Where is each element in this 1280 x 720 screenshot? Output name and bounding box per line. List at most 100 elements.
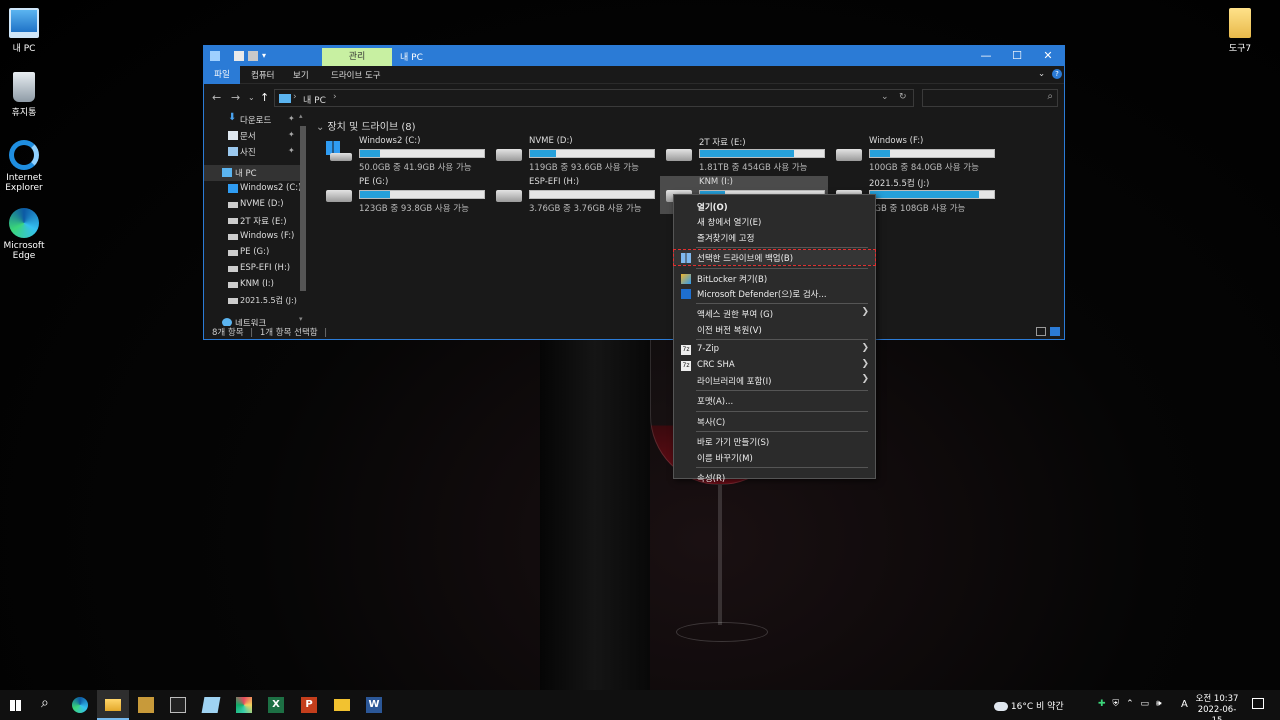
drive-tile-g[interactable]: PE (G:) 123GB 중 93.8GB 사용 가능 — [320, 176, 488, 214]
title-bar[interactable]: ▾ 관리 내 PC — ☐ ✕ — [204, 46, 1064, 66]
search-input[interactable]: ⌕ — [922, 89, 1058, 107]
group-header[interactable]: ⌄ 장치 및 드라이브 (8) — [316, 118, 416, 133]
tab-view[interactable]: 보기 — [293, 69, 309, 81]
sidebar-item-drive-e[interactable]: 2T 자료 (E:) — [204, 213, 304, 229]
sidebar-item-my-pc[interactable]: 내 PC — [204, 165, 304, 181]
drive-icon — [496, 190, 522, 202]
details-view-icon[interactable] — [1036, 327, 1046, 336]
defender-icon — [681, 289, 691, 299]
sidebar-item-drive-h[interactable]: ESP-EFI (H:) — [204, 261, 304, 277]
recent-locations-chevron-icon[interactable]: ⌄ — [248, 93, 255, 102]
context-menu-item[interactable]: 바로 가기 만들기(S) — [674, 434, 875, 449]
tab-drive-tools[interactable]: 드라이브 도구 — [331, 69, 381, 81]
desktop-icon-edge[interactable]: Microsoft Edge — [0, 208, 52, 261]
sidebar-item-drive-g[interactable]: PE (G:) — [204, 245, 304, 261]
desktop-icon-internet-explorer[interactable]: Internet Explorer — [0, 140, 52, 193]
context-menu-item[interactable]: 복사(C) — [674, 414, 875, 429]
sidebar-item-downloads[interactable]: ⬇ 다운로드 ✦ — [204, 112, 304, 128]
address-dropdown-icon[interactable]: ⌄ — [881, 92, 889, 102]
refresh-icon[interactable]: ↻ — [899, 92, 907, 102]
taskbar-notepad[interactable] — [195, 690, 227, 720]
pin-icon[interactable]: ✦ — [288, 146, 295, 155]
back-arrow-icon[interactable]: ← — [212, 91, 221, 104]
notification-center-icon[interactable] — [1252, 698, 1264, 709]
taskbar-terminal[interactable] — [162, 690, 194, 720]
sidebar-scrollbar[interactable]: ▴ ▾ — [299, 112, 307, 327]
taskbar-paint[interactable] — [228, 690, 260, 720]
desktop-icon-tools-folder[interactable]: 도구7 — [1212, 8, 1268, 54]
taskbar-app[interactable] — [130, 690, 162, 720]
pin-icon[interactable]: ✦ — [288, 114, 295, 123]
pin-icon[interactable]: ✦ — [288, 130, 295, 139]
quick-access-dropdown-icon[interactable]: ▾ — [262, 51, 268, 61]
drive-name: NVME (D:) — [529, 136, 573, 146]
network-icon[interactable]: ▭ — [1140, 699, 1149, 709]
volume-icon[interactable]: 🕪 — [1156, 699, 1162, 709]
up-arrow-icon[interactable]: ↑ — [260, 91, 269, 104]
weather-widget[interactable]: 16°C 비 약간 — [994, 699, 1064, 720]
taskbar-file-explorer[interactable] — [97, 690, 129, 720]
ribbon-expand-icon[interactable]: ⌄ — [1038, 69, 1045, 79]
context-menu-item[interactable]: BitLocker 켜기(B) — [674, 271, 875, 286]
sidebar-item-label: Windows (F:) — [240, 231, 295, 241]
sidebar-item-drive-c[interactable]: Windows2 (C:) — [204, 181, 304, 197]
drive-tile-d[interactable]: NVME (D:) 119GB 중 93.6GB 사용 가능 — [490, 135, 658, 173]
new-folder-icon[interactable] — [248, 51, 258, 61]
sidebar-item-drive-d[interactable]: NVME (D:) — [204, 197, 304, 213]
shield-icon[interactable]: ⛨ — [1112, 699, 1119, 709]
drive-tile-h[interactable]: ESP-EFI (H:) 3.76GB 중 3.76GB 사용 가능 — [490, 176, 658, 214]
context-menu-item[interactable]: 라이브러리에 포함(I) ❯ — [674, 373, 875, 388]
large-icons-view-icon[interactable] — [1050, 327, 1060, 336]
ime-indicator[interactable]: A — [1181, 699, 1188, 720]
desktop-icon-label: Internet Explorer — [5, 173, 43, 193]
context-menu-item[interactable]: 7z CRC SHA ❯ — [674, 358, 875, 373]
drive-tile-c[interactable]: Windows2 (C:) 50.0GB 중 41.9GB 사용 가능 — [320, 135, 488, 173]
scroll-up-arrow-icon[interactable]: ▴ — [299, 112, 303, 120]
minimize-button[interactable]: — — [970, 46, 1002, 66]
taskbar-word[interactable]: W — [358, 690, 390, 720]
sidebar-item-documents[interactable]: 문서 ✦ — [204, 128, 304, 144]
context-menu-item[interactable]: 열기(O) — [674, 199, 875, 214]
context-menu-item[interactable]: 포맷(A)... — [674, 393, 875, 408]
context-menu-item[interactable]: 액세스 권한 부여 (G) ❯ — [674, 306, 875, 321]
hidden-icons-chevron-icon[interactable]: ⌃ — [1126, 699, 1134, 709]
forward-arrow-icon[interactable]: → — [231, 91, 240, 104]
drive-tile-f[interactable]: Windows (F:) 100GB 중 84.0GB 사용 가능 — [830, 135, 998, 173]
drive-icon — [496, 149, 522, 161]
context-menu-item[interactable]: 이전 버전 복원(V) — [674, 322, 875, 337]
context-menu-item[interactable]: 선택한 드라이브에 백업(B) — [673, 249, 876, 267]
context-menu-item[interactable]: 이름 바꾸기(M) — [674, 450, 875, 465]
taskbar-hwp[interactable] — [326, 690, 358, 720]
sidebar-item-drive-i[interactable]: KNM (I:) — [204, 277, 304, 293]
desktop-icon-recycle-bin[interactable]: 휴지통 — [0, 72, 52, 118]
clock[interactable]: 오전 10:37 2022-06-15 — [1194, 694, 1240, 720]
taskbar-powerpoint[interactable]: P — [293, 690, 325, 720]
scroll-down-arrow-icon[interactable]: ▾ — [299, 315, 303, 323]
search-button[interactable]: ⌕ — [31, 690, 63, 720]
help-icon[interactable]: ? — [1052, 69, 1062, 79]
sidebar-item-drive-f[interactable]: Windows (F:) — [204, 229, 304, 245]
taskbar-edge[interactable] — [64, 690, 96, 720]
address-bar[interactable]: › 내 PC › ⌄ ↻ — [274, 89, 914, 107]
start-button[interactable] — [0, 690, 32, 720]
tab-manage[interactable]: 관리 — [322, 48, 392, 66]
taskbar-excel[interactable]: X — [260, 690, 292, 720]
sidebar-item-drive-j[interactable]: 2021.5.5컴 (J:) — [204, 293, 304, 309]
close-button[interactable]: ✕ — [1032, 46, 1064, 66]
properties-icon[interactable] — [234, 51, 244, 61]
tab-file[interactable]: 파일 — [204, 66, 240, 84]
drive-tile-e[interactable]: 2T 자료 (E:) 1.81TB 중 454GB 사용 가능 — [660, 135, 828, 173]
context-menu-item[interactable]: 새 창에서 열기(E) — [674, 214, 875, 229]
sidebar-item-pictures[interactable]: 사진 ✦ — [204, 144, 304, 160]
tab-computer[interactable]: 컴퓨터 — [251, 69, 274, 81]
context-menu-item[interactable]: Microsoft Defender(으)로 검사... — [674, 286, 875, 301]
scrollbar-thumb[interactable] — [300, 126, 306, 291]
antivirus-icon[interactable]: ✚ — [1098, 699, 1106, 709]
menu-separator — [696, 339, 868, 341]
context-menu-item[interactable]: 속성(R) — [674, 470, 875, 485]
maximize-button[interactable]: ☐ — [1001, 46, 1033, 66]
breadcrumb[interactable]: 내 PC — [303, 93, 326, 106]
context-menu-item[interactable]: 즐겨찾기에 고정 — [674, 230, 875, 245]
context-menu-item[interactable]: 7z 7-Zip ❯ — [674, 342, 875, 357]
desktop-icon-my-pc[interactable]: 내 PC — [0, 8, 52, 54]
